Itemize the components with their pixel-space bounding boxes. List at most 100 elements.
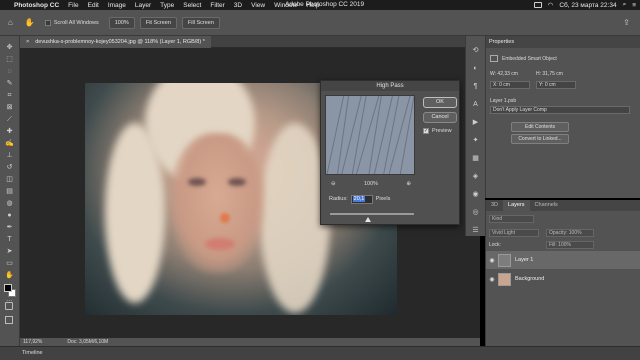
crop-tool-icon[interactable]: ⌗ [4, 92, 16, 100]
hand-tool-icon[interactable]: ✋ [25, 18, 35, 27]
timeline-label[interactable]: Timeline [22, 350, 43, 356]
tab-layers[interactable]: Layers [503, 200, 530, 211]
hand-tool-icon[interactable]: ✋ [4, 272, 16, 280]
dialog-title[interactable]: High Pass [321, 81, 459, 91]
scroll-all-checkbox[interactable] [44, 19, 51, 26]
zoom-status[interactable]: 117,92% [23, 338, 42, 346]
share-icon[interactable]: ⇪ [623, 18, 630, 27]
filter-kind-select[interactable]: Kind [489, 215, 534, 223]
blur-tool-icon[interactable]: ◍ [4, 200, 16, 208]
eraser-tool-icon[interactable]: ◫ [4, 176, 16, 184]
frame-tool-icon[interactable]: ⊠ [4, 104, 16, 112]
preview-toggle[interactable]: ✓ Preview [423, 128, 452, 134]
zoom-100-button[interactable]: 100% [108, 16, 135, 29]
fill-field[interactable]: Fill: 100% [546, 241, 594, 249]
convert-to-linked-button[interactable]: Convert to Linked... [511, 134, 569, 144]
radius-slider-thumb[interactable] [364, 217, 371, 222]
blend-mode-select[interactable]: Vivid Light [489, 229, 539, 237]
quick-mask-icon[interactable] [5, 302, 13, 310]
menu-view[interactable]: View [251, 2, 265, 9]
menu-3d[interactable]: 3D [234, 2, 242, 9]
shape-tool-icon[interactable]: ▭ [4, 260, 16, 268]
clone-stamp-icon[interactable]: ⊥ [4, 152, 16, 160]
battery-icon[interactable] [533, 2, 542, 8]
brush-tool-icon[interactable]: ✍ [4, 140, 16, 148]
history-icon[interactable]: ⟲ [471, 47, 481, 55]
preview-label: Preview [432, 128, 452, 134]
character-icon[interactable]: A [471, 101, 481, 109]
wifi-icon[interactable]: ◠ [548, 1, 554, 9]
radius-input[interactable]: 20,1 [350, 194, 373, 204]
radius-slider-track[interactable] [330, 213, 414, 215]
type-tool-icon[interactable]: T [4, 236, 16, 244]
screen-mode-icon[interactable] [5, 316, 13, 324]
y-field[interactable]: Y: 0 cm [536, 81, 576, 89]
clock[interactable]: Сб, 23 марта 22:34 [559, 2, 616, 9]
pen-tool-icon[interactable]: ✒ [4, 224, 16, 232]
lasso-tool-icon[interactable]: ◌ [4, 68, 16, 76]
layer-row[interactable]: ◉ Layer 1 [486, 251, 640, 269]
paragraph-icon[interactable]: ¶ [471, 83, 481, 91]
menu-layer[interactable]: Layer [135, 2, 151, 9]
menu-file[interactable]: File [68, 2, 78, 9]
visibility-eye-icon[interactable]: ◉ [486, 276, 498, 283]
linked-file-name: Layer 1.psb [490, 98, 517, 104]
control-center-icon[interactable]: ≡ [632, 2, 636, 9]
marquee-tool-icon[interactable]: ⬚ [4, 56, 16, 64]
menu-type[interactable]: Type [160, 2, 174, 9]
x-field[interactable]: X: 0 cm [490, 81, 530, 89]
libraries-icon[interactable]: ▦ [471, 155, 481, 163]
layer-name[interactable]: Layer 1 [515, 257, 533, 263]
home-icon[interactable]: ⌂ [8, 18, 13, 27]
preview-checkbox[interactable]: ✓ [423, 128, 429, 134]
fill-screen-button[interactable]: Fill Screen [181, 16, 220, 29]
adjustments-icon[interactable]: ◐ [471, 65, 481, 73]
swatches-icon[interactable]: ◈ [471, 173, 481, 181]
styles-icon[interactable]: ◉ [471, 191, 481, 199]
layer-row[interactable]: ◉ Background [486, 270, 640, 288]
properties-tab[interactable]: Properties [486, 36, 640, 48]
menu-filter[interactable]: Filter [210, 2, 224, 9]
actions-icon[interactable]: ▶ [471, 119, 481, 127]
menu-image[interactable]: Image [108, 2, 126, 9]
gradient-tool-icon[interactable]: ▤ [4, 188, 16, 196]
healing-brush-icon[interactable]: ✚ [4, 128, 16, 136]
options-bar: ⌂ ✋ Scroll All Windows 100% Fit Screen F… [0, 10, 640, 36]
move-tool-icon[interactable]: ✥ [4, 44, 16, 52]
preview-zoom-level: 100% [363, 180, 379, 187]
cancel-button[interactable]: Cancel [423, 112, 457, 123]
visibility-eye-icon[interactable]: ◉ [486, 257, 498, 264]
path-select-tool-icon[interactable]: ➤ [4, 248, 16, 256]
zoom-out-icon[interactable]: ⊖ [331, 181, 336, 187]
fit-screen-button[interactable]: Fit Screen [139, 16, 177, 29]
layer-name[interactable]: Background [515, 276, 544, 282]
tab-3d[interactable]: 3D [486, 200, 503, 211]
quick-select-tool-icon[interactable]: ✎ [4, 80, 16, 88]
zoom-in-icon[interactable]: ⊕ [406, 181, 411, 187]
layer-comp-select[interactable]: Don't Apply Layer Comp [490, 106, 630, 114]
scroll-all-label: Scroll All Windows [53, 19, 99, 26]
eyedropper-tool-icon[interactable]: ⟋ [4, 116, 16, 124]
menu-select[interactable]: Select [183, 2, 201, 9]
color-icon[interactable]: ◎ [471, 209, 481, 217]
edit-contents-button[interactable]: Edit Contents [511, 122, 569, 132]
history-brush-icon[interactable]: ↺ [4, 164, 16, 172]
brush-settings-icon[interactable]: ✦ [471, 137, 481, 145]
ok-button[interactable]: OK [423, 97, 457, 108]
doc-info[interactable]: Doc: 3,05M/6,10M [67, 338, 108, 346]
dodge-tool-icon[interactable]: ● [4, 212, 16, 220]
properties-icon[interactable]: ☰ [471, 227, 481, 235]
opacity-field[interactable]: Opacity: 100% [546, 229, 594, 237]
document-tab[interactable]: × devushka-s-problemnoy-kojey053204.jpg … [20, 36, 211, 48]
menu-app[interactable]: Photoshop CC [14, 2, 59, 9]
filter-preview[interactable] [325, 95, 415, 175]
width-value[interactable]: W: 42,33 cm [490, 71, 518, 77]
close-icon[interactable]: × [26, 36, 29, 48]
right-eye [228, 178, 246, 186]
face-region [170, 133, 265, 273]
tab-channels[interactable]: Channels [530, 200, 563, 211]
menu-edit[interactable]: Edit [88, 2, 99, 9]
search-icon[interactable]: ⌕ [623, 1, 627, 9]
height-value[interactable]: H: 31,75 cm [536, 71, 563, 77]
foreground-color-swatch[interactable] [4, 284, 12, 292]
